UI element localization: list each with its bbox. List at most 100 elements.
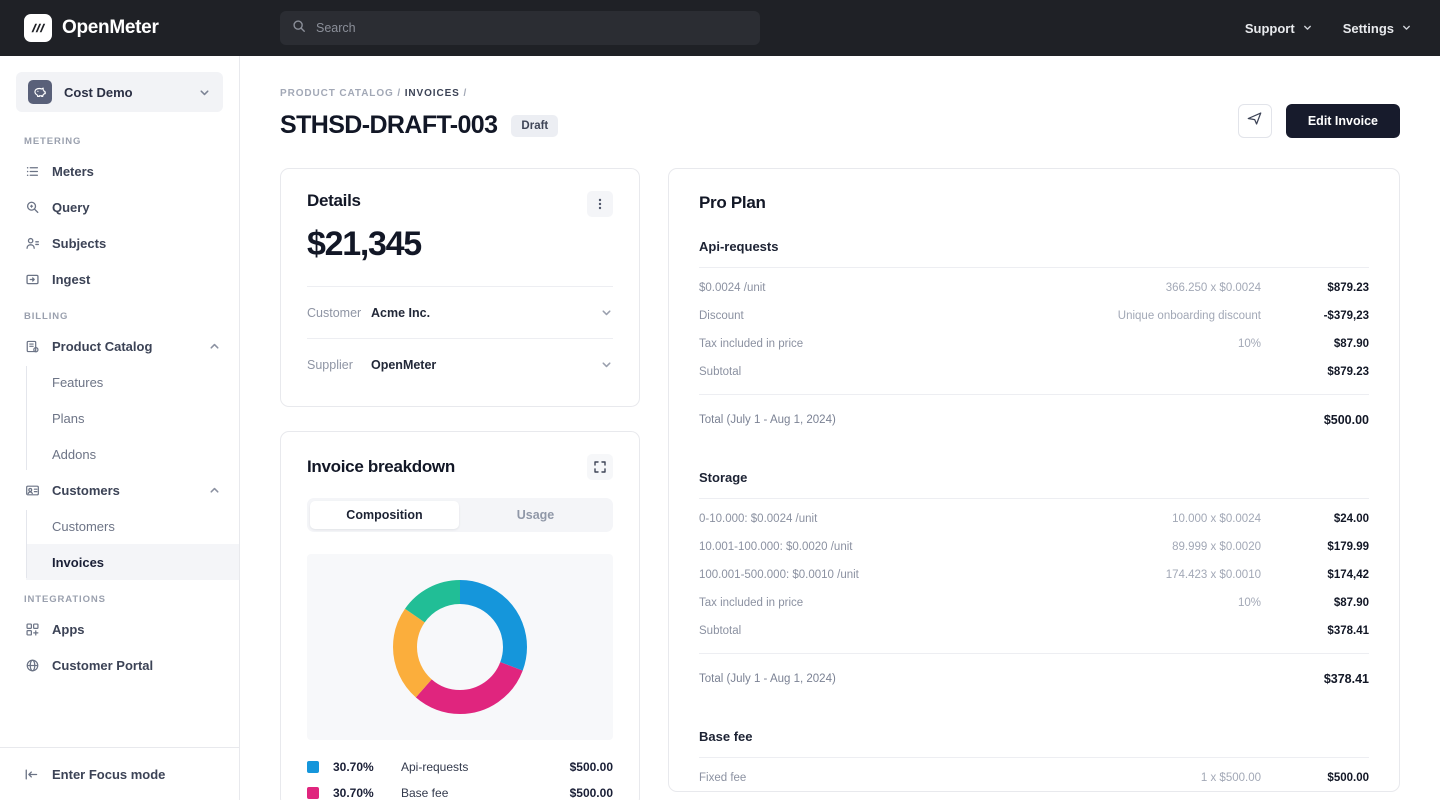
details-row-supplier[interactable]: Supplier OpenMeter: [307, 338, 613, 390]
group-name: Storage: [699, 470, 748, 485]
sidebar-item-features[interactable]: Features: [26, 364, 239, 400]
edit-invoice-button[interactable]: Edit Invoice: [1285, 104, 1400, 138]
line-detail: 366.250 x $0.0024: [1165, 282, 1261, 294]
chart-legend: 30.70% Api-requests $500.00 30.70% Base …: [307, 754, 613, 800]
sidebar-item-meters[interactable]: Meters: [0, 153, 239, 189]
legend-swatch-icon: [307, 787, 319, 799]
group-lines: Fixed fee 1 x $500.00 $500.00 Tax includ…: [699, 757, 1369, 791]
expand-icon: [594, 461, 606, 473]
tab-composition[interactable]: Composition: [310, 501, 459, 529]
brand-logo[interactable]: OpenMeter: [0, 14, 240, 42]
sidebar-item-label: Plans: [52, 410, 85, 426]
project-selector[interactable]: Cost Demo: [16, 72, 223, 112]
group-total: Total (July 1 - Aug 1, 2024) $378.41: [699, 653, 1369, 703]
line-label: 10.001-100.000: $0.0020 /unit: [699, 541, 853, 553]
sidebar-item-label: Ingest: [52, 271, 91, 287]
topnav-item-settings[interactable]: Settings: [1343, 21, 1412, 36]
chevron-down-icon: [1401, 21, 1412, 36]
breadcrumb-invoices[interactable]: INVOICES: [405, 88, 460, 99]
donut-chart[interactable]: [385, 572, 535, 722]
tab-usage[interactable]: Usage: [461, 501, 610, 529]
invoice-group-api-requests: Api-requests $0.0024 /unit 366.250 x $0.…: [699, 239, 1369, 444]
sidebar-item-label: Features: [52, 374, 104, 390]
line-label: $0.0024 /unit: [699, 282, 766, 294]
line-amount: $24.00: [1333, 513, 1369, 525]
sidebar-item-product-catalog[interactable]: Product Catalog: [0, 328, 239, 364]
sidebar-item-label: Meters: [52, 163, 94, 179]
sidebar-item-customers-group[interactable]: Customers: [0, 472, 239, 508]
focus-mode-button[interactable]: Enter Focus mode: [0, 748, 239, 800]
details-customer-label: Customer: [307, 305, 362, 320]
group-lines: $0.0024 /unit 366.250 x $0.0024 $879.23 …: [699, 267, 1369, 386]
search-zoom-icon: [24, 199, 40, 215]
line-detail: 10%: [1237, 597, 1261, 609]
sidebar-item-apps[interactable]: Apps: [0, 611, 239, 647]
main-content: PRODUCT CATALOG / INVOICES / STHSD-DRAFT…: [240, 56, 1440, 800]
sidebar-item-label: Invoices: [52, 554, 105, 570]
sidebar-item-ingest[interactable]: Ingest: [0, 261, 239, 297]
sidebar-item-subjects[interactable]: Subjects: [0, 225, 239, 261]
invoice-breakdown-card: Invoice breakdown Composition Usage 30.7…: [280, 431, 640, 800]
search-input[interactable]: [316, 21, 748, 35]
line-label: Subtotal: [699, 625, 742, 637]
line-detail: 10%: [1237, 338, 1261, 350]
details-row-customer[interactable]: Customer Acme Inc.: [307, 286, 613, 338]
status-badge: Draft: [511, 114, 559, 137]
expand-chart-button[interactable]: [587, 454, 613, 480]
sidebar-item-label: Product Catalog: [52, 338, 153, 354]
legend-percent: 30.70%: [333, 786, 374, 800]
top-bar: OpenMeter Support Settings: [0, 0, 1440, 56]
legend-item-api-requests[interactable]: 30.70% Api-requests $500.00: [307, 754, 613, 780]
line-amount: $879.23: [1327, 282, 1369, 294]
invoice-line: 0-10.000: $0.0024 /unit 10.000 x $0.0024…: [699, 505, 1369, 533]
content-columns: Details $21,345 Customer Acme Inc. Suppl…: [280, 168, 1400, 800]
users-icon: [24, 235, 40, 251]
group-lines: 0-10.000: $0.0024 /unit 10.000 x $0.0024…: [699, 498, 1369, 645]
sidebar-item-label: Addons: [52, 446, 97, 462]
send-invoice-button[interactable]: [1237, 104, 1272, 138]
search-box[interactable]: [280, 11, 760, 45]
sidebar-item-label: Customers: [52, 482, 120, 498]
line-label: Tax included in price: [699, 338, 804, 350]
legend-swatch-icon: [307, 761, 319, 773]
collapse-left-icon: [24, 767, 40, 782]
sidebar-item-customer-portal[interactable]: Customer Portal: [0, 647, 239, 683]
line-amount: $879.23: [1327, 366, 1369, 378]
right-column: Pro Plan Api-requests $0.0024 /unit 366.…: [668, 168, 1400, 800]
invoice-line: $0.0024 /unit 366.250 x $0.0024 $879.23: [699, 274, 1369, 302]
details-menu-button[interactable]: [587, 191, 613, 217]
line-amount: $179.99: [1327, 541, 1369, 553]
page-header: PRODUCT CATALOG / INVOICES / STHSD-DRAFT…: [280, 56, 1400, 140]
sidebar-item-addons[interactable]: Addons: [26, 436, 239, 472]
sidebar-item-plans[interactable]: Plans: [26, 400, 239, 436]
sidebar-item-label: Customers: [52, 518, 115, 534]
invoice-line: Subtotal $378.41: [699, 617, 1369, 645]
sidebar-item-invoices[interactable]: Invoices: [26, 544, 239, 580]
page-title: STHSD-DRAFT-003: [280, 111, 498, 139]
list-icon: [24, 163, 40, 179]
sidebar-item-customers[interactable]: Customers: [26, 508, 239, 544]
apps-grid-icon: [24, 621, 40, 637]
brand-name: OpenMeter: [62, 17, 159, 38]
legend-item-base-fee[interactable]: 30.70% Base fee $500.00: [307, 780, 613, 800]
breakdown-card-title: Invoice breakdown: [307, 457, 455, 476]
details-card-title: Details: [307, 191, 361, 210]
search-icon: [292, 19, 306, 38]
chevron-down-icon: [1302, 21, 1313, 36]
topnav-support-label: Support: [1244, 20, 1295, 36]
group-total: Total (July 1 - Aug 1, 2024) $500.00: [699, 394, 1369, 444]
page-header-left: PRODUCT CATALOG / INVOICES / STHSD-DRAFT…: [280, 88, 559, 140]
topnav-item-support[interactable]: Support: [1245, 21, 1313, 36]
openmeter-logo-icon: [24, 14, 52, 42]
invoice-group-base-fee: Base fee Fixed fee 1 x $500.00 $500.00 T…: [699, 729, 1369, 791]
sidebar-subnav-product-catalog: Features Plans Addons: [0, 364, 239, 472]
line-label: Discount: [699, 310, 744, 322]
line-label: 100.001-500.000: $0.0010 /unit: [699, 569, 859, 581]
sidebar-item-label: Query: [52, 199, 90, 215]
invoice-lines-panel: Pro Plan Api-requests $0.0024 /unit 366.…: [668, 168, 1400, 792]
sidebar-item-query[interactable]: Query: [0, 189, 239, 225]
sidebar-item-label: Subjects: [52, 235, 107, 251]
breadcrumb-product-catalog[interactable]: PRODUCT CATALOG: [280, 88, 394, 99]
app-root: OpenMeter Support Settings: [0, 0, 1440, 800]
line-label: Fixed fee: [699, 772, 747, 784]
